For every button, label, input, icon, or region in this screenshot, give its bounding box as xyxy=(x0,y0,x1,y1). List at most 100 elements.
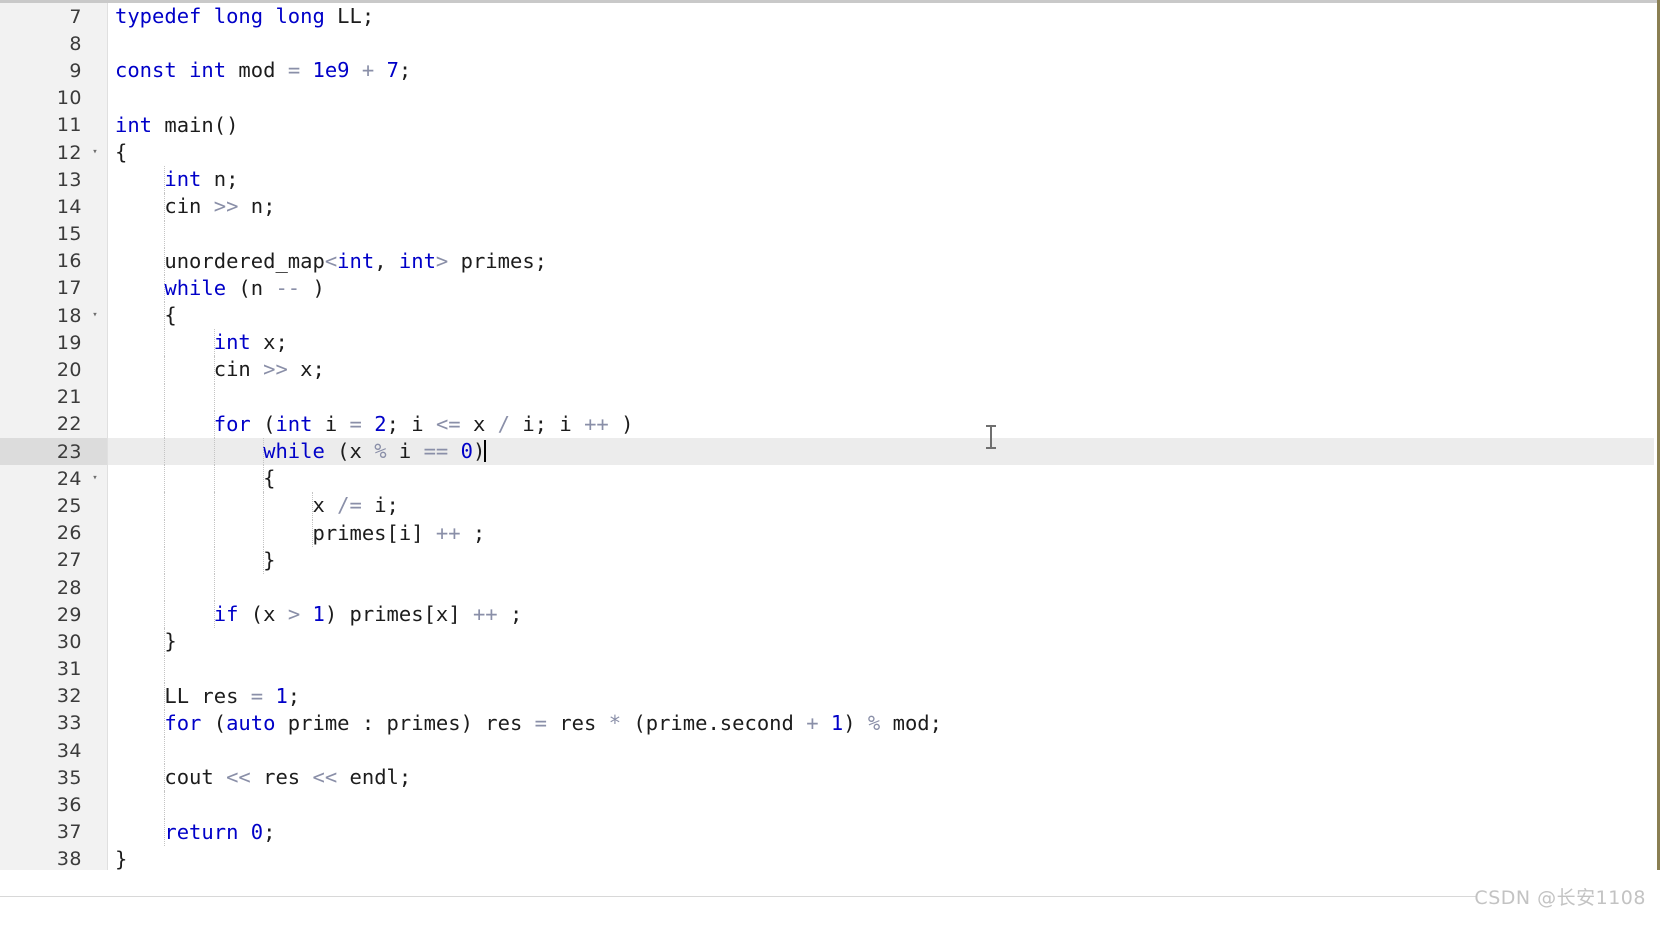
code-line[interactable]: 29 if (x > 1) primes[x] ++ ; xyxy=(0,601,1654,629)
code-token-kw: auto xyxy=(226,710,276,735)
fold-slot-empty xyxy=(86,764,104,792)
code-token-plain: cout xyxy=(115,765,227,790)
code-line[interactable]: 7 typedef long long LL; xyxy=(0,3,1654,31)
code-token-plain: ; i xyxy=(386,411,436,436)
code-line-text[interactable] xyxy=(108,220,1654,248)
code-line[interactable]: 11 int main() xyxy=(0,111,1654,139)
text-caret xyxy=(484,440,487,462)
code-line-text[interactable]: { xyxy=(108,465,1654,493)
code-token-op: = xyxy=(534,710,547,735)
code-line[interactable]: 37 return 0; xyxy=(0,818,1654,846)
code-line[interactable]: 16 unordered_map<int, int> primes; xyxy=(0,247,1654,275)
code-line-text[interactable]: return 0; xyxy=(108,818,1654,846)
code-token-plain: ; xyxy=(497,602,523,627)
code-line-text[interactable]: unordered_map<int, int> primes; xyxy=(108,247,1654,275)
code-line[interactable]: 22 for (int i = 2; i <= x / i; i ++ ) xyxy=(0,410,1654,438)
code-editor-content[interactable]: 7 typedef long long LL; 8 9 const int mod = … xyxy=(0,3,1654,870)
fold-arrow-icon[interactable]: ▾ xyxy=(86,138,104,167)
code-line-text[interactable]: } xyxy=(108,546,1654,574)
line-number: 37 xyxy=(0,818,86,846)
code-line[interactable]: 14 cin >> n; xyxy=(0,193,1654,221)
code-line-text[interactable] xyxy=(108,383,1654,411)
indent-guides xyxy=(108,30,1654,57)
code-line[interactable]: 31 xyxy=(0,655,1654,683)
code-line-text[interactable]: typedef long long LL; xyxy=(108,3,1654,30)
code-line-text[interactable] xyxy=(108,791,1654,819)
code-line[interactable]: 27 } xyxy=(0,546,1654,574)
code-line-text[interactable] xyxy=(108,655,1654,683)
code-line[interactable]: 15 xyxy=(0,220,1654,248)
code-line-text[interactable]: for (auto prime : primes) res = res * (p… xyxy=(108,709,1654,738)
code-line[interactable]: 32 LL res = 1; xyxy=(0,682,1654,710)
code-token-num: 0 xyxy=(250,819,264,844)
code-line[interactable]: 26 primes[i] ++ ; xyxy=(0,519,1654,547)
code-line[interactable]: 8 xyxy=(0,30,1654,58)
line-number: 23 xyxy=(0,438,86,466)
indent-guides xyxy=(108,302,1654,330)
code-line[interactable]: 25 x /= i; xyxy=(0,492,1654,520)
code-line[interactable]: 10 xyxy=(0,84,1654,112)
code-line-text[interactable]: if (x > 1) primes[x] ++ ; xyxy=(108,601,1654,629)
code-line[interactable]: 38} xyxy=(0,845,1654,870)
code-line-text[interactable]: cin >> n; xyxy=(108,193,1654,221)
code-line[interactable]: 30 } xyxy=(0,628,1654,656)
fold-slot-empty xyxy=(86,84,104,112)
code-line[interactable]: 35 cout << res << endl; xyxy=(0,764,1654,792)
code-line-text[interactable]: LL res = 1; xyxy=(108,682,1654,710)
fold-slot-empty xyxy=(86,818,104,846)
code-token-plain: { xyxy=(115,466,276,491)
code-line-text[interactable]: const int mod = 1e9 + 7; xyxy=(108,57,1654,84)
code-token-kw: int xyxy=(164,167,202,192)
code-token-kw: while xyxy=(164,275,227,300)
code-line[interactable]: 19 int x; xyxy=(0,329,1654,357)
code-token-op: > xyxy=(287,602,301,627)
code-line-text[interactable]: { xyxy=(108,139,1654,166)
code-line[interactable]: 24 ▾ { xyxy=(0,465,1654,493)
code-line[interactable]: 20 cin >> x; xyxy=(0,356,1654,384)
code-line[interactable]: 9 const int mod = 1e9 + 7; xyxy=(0,57,1654,85)
code-line[interactable]: 13 int n; xyxy=(0,166,1654,194)
code-line-text[interactable]: cout << res << endl; xyxy=(108,764,1654,792)
code-line-text[interactable] xyxy=(108,737,1654,765)
code-line-text[interactable]: for (int i = 2; i <= x / i; i ++ ) xyxy=(108,410,1654,438)
code-token-plain: x xyxy=(460,411,498,436)
fold-arrow-icon[interactable]: ▾ xyxy=(86,465,104,493)
line-number: 20 xyxy=(0,356,86,384)
code-line[interactable]: 36 xyxy=(0,791,1654,819)
code-line-text[interactable]: x /= i; xyxy=(108,492,1654,520)
fold-slot-empty xyxy=(86,166,104,194)
code-line-text[interactable]: while (x % i == 0) xyxy=(108,438,1654,466)
code-line[interactable]: 34 xyxy=(0,737,1654,765)
code-line-text[interactable] xyxy=(108,85,1654,112)
code-line[interactable]: 33 for (auto prime : primes) res = res *… xyxy=(0,709,1654,738)
code-token-plain: x xyxy=(115,493,338,518)
code-line[interactable]: 23 while (x % i == 0) xyxy=(0,438,1654,466)
code-line-text[interactable]: int x; xyxy=(108,329,1654,357)
code-token-plain: ; xyxy=(263,819,276,844)
code-line-text[interactable]: while (n -- ) xyxy=(108,274,1654,303)
code-line-text[interactable]: cin >> x; xyxy=(108,356,1654,384)
code-line-text[interactable]: } xyxy=(108,628,1654,656)
code-line-text[interactable] xyxy=(108,30,1654,57)
code-line[interactable]: 21 xyxy=(0,383,1654,411)
indent-guides xyxy=(108,356,1654,384)
code-line[interactable]: 17 while (n -- ) xyxy=(0,274,1654,303)
indent-guides xyxy=(108,166,1654,194)
code-token-kw: for xyxy=(213,411,251,436)
code-line-text[interactable] xyxy=(108,573,1654,602)
code-line-text[interactable]: int n; xyxy=(108,166,1654,194)
fold-arrow-icon[interactable]: ▾ xyxy=(86,302,104,330)
code-line[interactable]: 28 xyxy=(0,573,1654,602)
code-line[interactable]: 12 ▾ { xyxy=(0,138,1654,167)
code-line[interactable]: 18 ▾ { xyxy=(0,302,1654,330)
code-line-text[interactable]: { xyxy=(108,302,1654,330)
code-token-op: /= xyxy=(337,493,362,518)
code-line-text[interactable]: primes[i] ++ ; xyxy=(108,519,1654,547)
code-line-text[interactable]: } xyxy=(108,846,1654,870)
code-line-text[interactable]: int main() xyxy=(108,112,1654,139)
code-token-plain: cin xyxy=(115,357,264,382)
line-number: 34 xyxy=(0,737,86,765)
